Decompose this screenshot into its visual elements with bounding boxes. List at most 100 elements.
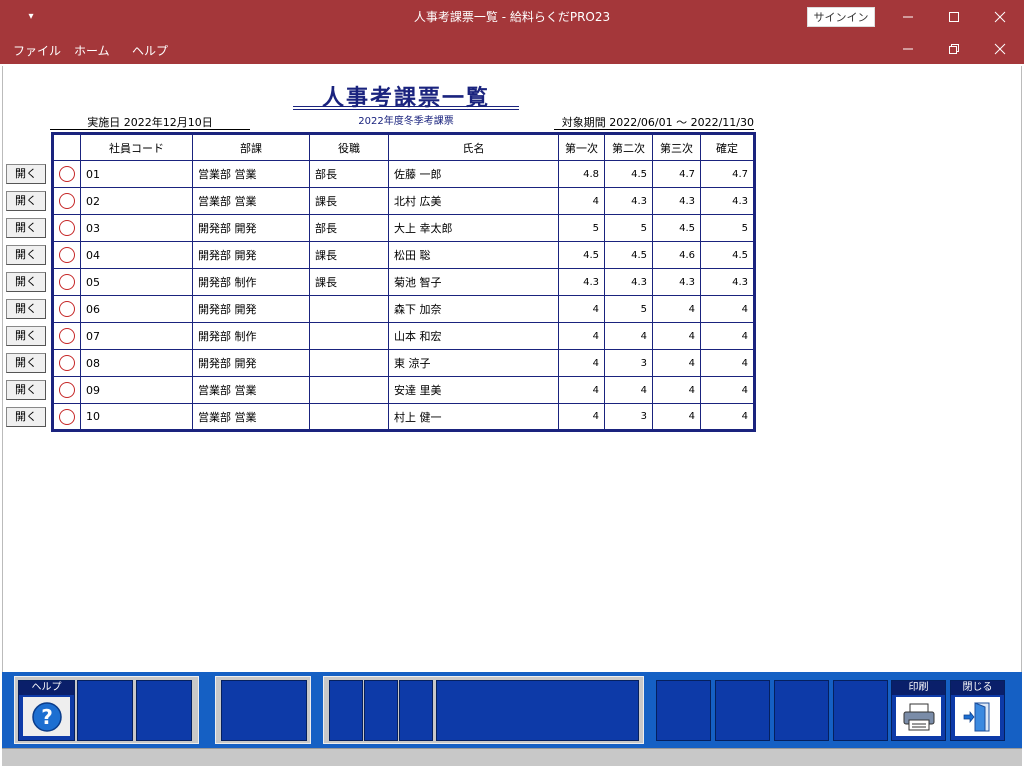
close-window-button[interactable] [977, 0, 1023, 34]
help-fkey[interactable]: ヘルプ ? [18, 680, 75, 741]
cell-mark[interactable] [52, 322, 81, 350]
implementation-date: 実施日 2022年12月10日 [87, 116, 213, 129]
cell-employee-name: 北村 広美 [388, 187, 559, 215]
cell-employee-name: 山本 和宏 [388, 322, 559, 350]
open-button[interactable]: 開く [6, 245, 46, 265]
selection-circle-icon[interactable] [59, 355, 75, 371]
fkey-blank-11[interactable] [833, 680, 888, 741]
close-icon [994, 43, 1006, 55]
cell-mark[interactable] [52, 241, 81, 269]
cell-round1-score: 4 [558, 349, 605, 377]
cell-mark[interactable] [52, 403, 81, 431]
fkey-blank-2[interactable] [136, 680, 192, 741]
table-row: 09 営業部 営業 安達 里美 4 4 4 4 [52, 376, 755, 404]
maximize-button[interactable] [931, 0, 977, 34]
cell-round2-score: 4.3 [604, 268, 653, 296]
function-key-panel: ヘルプ ? 印刷 閉じる [2, 672, 1022, 748]
cell-round3-score: 4.5 [652, 214, 701, 242]
fkey-blank-1[interactable] [77, 680, 133, 741]
selection-circle-icon[interactable] [59, 193, 75, 209]
selection-circle-icon[interactable] [59, 328, 75, 344]
print-fkey[interactable]: 印刷 [891, 680, 946, 741]
open-button[interactable]: 開く [6, 380, 46, 400]
cell-round1-score: 4.5 [558, 241, 605, 269]
cell-employee-code: 08 [80, 349, 193, 377]
minimize-button[interactable] [885, 0, 931, 34]
open-button[interactable]: 開く [6, 218, 46, 238]
cell-mark[interactable] [52, 349, 81, 377]
title-underline [293, 106, 519, 107]
exit-door-icon [955, 697, 1000, 736]
header-round3: 第三次 [652, 133, 701, 161]
open-button[interactable]: 開く [6, 272, 46, 292]
fkey-blank-3[interactable] [221, 680, 307, 741]
evaluation-period: 対象期間 2022/06/01 ～ 2022/11/30 [561, 116, 754, 129]
selection-circle-icon[interactable] [59, 220, 75, 236]
cell-department: 営業部 営業 [192, 187, 310, 215]
minimize-icon [903, 48, 913, 50]
header-mark [52, 133, 81, 161]
fkey-blank-10[interactable] [774, 680, 829, 741]
implementation-date-underline [50, 129, 250, 130]
cell-employee-code: 04 [80, 241, 193, 269]
selection-circle-icon[interactable] [59, 166, 75, 182]
cell-position: 部長 [309, 214, 389, 242]
open-button[interactable]: 開く [6, 191, 46, 211]
fkey-blank-9[interactable] [715, 680, 770, 741]
cell-department: 開発部 制作 [192, 322, 310, 350]
header-round1: 第一次 [558, 133, 605, 161]
menu-file[interactable]: ファイル [13, 42, 61, 59]
cell-round3-score: 4.6 [652, 241, 701, 269]
cell-mark[interactable] [52, 187, 81, 215]
selection-circle-icon[interactable] [59, 247, 75, 263]
cell-department: 開発部 開発 [192, 241, 310, 269]
cell-employee-name: 大上 幸太郎 [388, 214, 559, 242]
open-button[interactable]: 開く [6, 353, 46, 373]
close-icon [994, 11, 1006, 23]
fkey-blank-5[interactable] [364, 680, 398, 741]
signin-button[interactable]: サインイン [807, 7, 875, 27]
selection-circle-icon[interactable] [59, 274, 75, 290]
cell-round1-score: 4 [558, 376, 605, 404]
cell-position [309, 403, 389, 431]
selection-circle-icon[interactable] [59, 301, 75, 317]
menu-help[interactable]: ヘルプ [132, 42, 168, 59]
selection-circle-icon[interactable] [59, 382, 75, 398]
menu-home[interactable]: ホーム [74, 42, 110, 59]
cell-employee-name: 東 涼子 [388, 349, 559, 377]
doc-restore-button[interactable] [931, 34, 977, 64]
print-fkey-label: 印刷 [892, 681, 945, 695]
cell-mark[interactable] [52, 268, 81, 296]
cell-employee-code: 05 [80, 268, 193, 296]
cell-department: 開発部 開発 [192, 214, 310, 242]
report-subtitle: 2022年度冬季考課票 [358, 116, 454, 127]
cell-employee-code: 10 [80, 403, 193, 431]
cell-employee-name: 安達 里美 [388, 376, 559, 404]
close-fkey-label: 閉じる [951, 681, 1004, 695]
doc-close-button[interactable] [977, 34, 1023, 64]
cell-employee-name: 森下 加奈 [388, 295, 559, 323]
cell-mark[interactable] [52, 376, 81, 404]
svg-text:?: ? [41, 705, 53, 729]
selection-circle-icon[interactable] [59, 408, 75, 425]
header-employee-code: 社員コード [80, 133, 193, 161]
doc-minimize-button[interactable] [885, 34, 931, 64]
cell-round2-score: 3 [604, 403, 653, 431]
fkey-blank-7[interactable] [436, 680, 639, 741]
open-button[interactable]: 開く [6, 299, 46, 319]
close-fkey[interactable]: 閉じる [950, 680, 1005, 741]
cell-round3-score: 4 [652, 349, 701, 377]
open-button[interactable]: 開く [6, 407, 46, 427]
cell-mark[interactable] [52, 214, 81, 242]
fkey-group-2 [215, 676, 311, 744]
cell-employee-code: 02 [80, 187, 193, 215]
fkey-blank-6[interactable] [399, 680, 433, 741]
fkey-blank-4[interactable] [329, 680, 363, 741]
cell-mark[interactable] [52, 295, 81, 323]
fkey-blank-8[interactable] [656, 680, 711, 741]
cell-position [309, 349, 389, 377]
open-button[interactable]: 開く [6, 326, 46, 346]
cell-mark[interactable] [52, 160, 81, 188]
help-fkey-label: ヘルプ [19, 681, 74, 695]
open-button[interactable]: 開く [6, 164, 46, 184]
